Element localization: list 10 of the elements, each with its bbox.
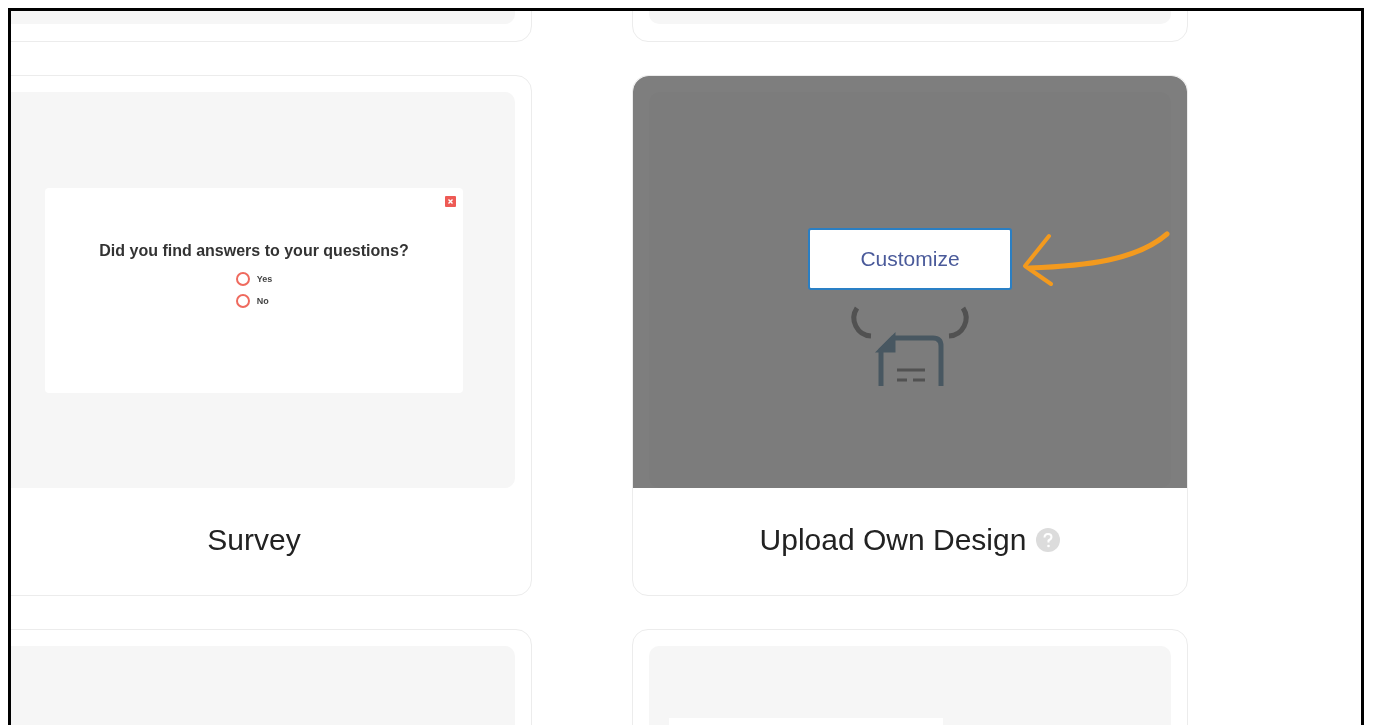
close-icon	[445, 195, 456, 207]
help-icon	[1036, 527, 1061, 552]
radio-button[interactable]	[235, 272, 250, 286]
option-label: Yes	[256, 274, 273, 284]
card-title: Upload Own Design	[759, 522, 1027, 557]
survey-question: Did you find answers to your questions?	[99, 242, 409, 260]
option-label: No	[256, 296, 269, 306]
card-title: Survey	[207, 522, 301, 557]
customize-button[interactable]: Customize	[808, 228, 1012, 290]
radio-button[interactable]	[235, 294, 250, 308]
